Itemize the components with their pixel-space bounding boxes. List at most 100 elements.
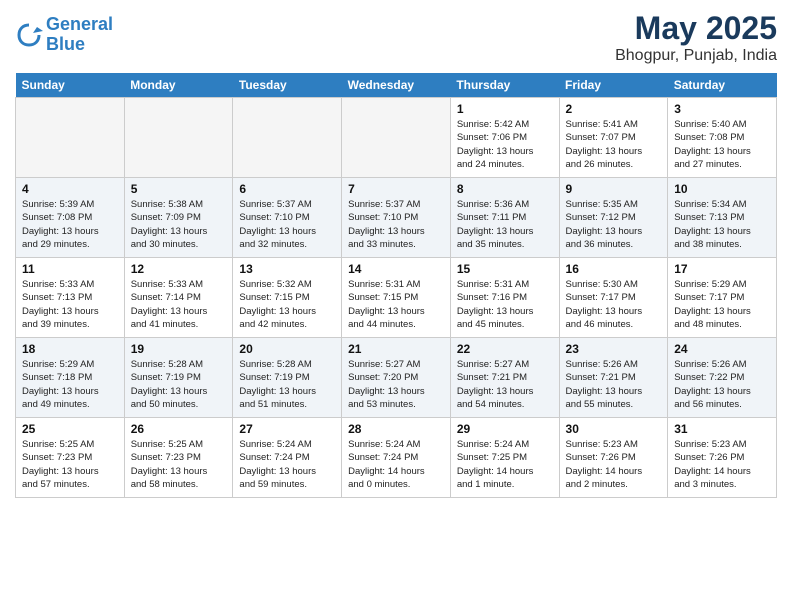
calendar-cell: 25 Sunrise: 5:25 AMSunset: 7:23 PMDayligh… [16, 418, 125, 498]
calendar-cell: 5Sunrise: 5:38 AMSunset: 7:09 PMDaylight… [124, 178, 233, 258]
title-block: May 2025 Bhogpur, Punjab, India [615, 10, 777, 65]
day-number: 16 [566, 262, 662, 276]
calendar-cell: 20 Sunrise: 5:28 AMSunset: 7:19 PMDayligh… [233, 338, 342, 418]
day-number: 2 [566, 102, 662, 116]
calendar-cell: 27Sunrise: 5:24 AMSunset: 7:24 PMDayligh… [233, 418, 342, 498]
calendar-cell: 15 Sunrise: 5:31 AMSunset: 7:16 PMDayligh… [450, 258, 559, 338]
calendar-cell: 14 Sunrise: 5:31 AMSunset: 7:15 PMDayligh… [342, 258, 451, 338]
day-info: Sunrise: 5:24 AMSunset: 7:24 PMDaylight:… [348, 438, 444, 491]
calendar-cell: 30 Sunrise: 5:23 AMSunset: 7:26 PMDayligh… [559, 418, 668, 498]
calendar-week-2: 4Sunrise: 5:39 AMSunset: 7:08 PMDaylight… [16, 178, 777, 258]
day-number: 3 [674, 102, 770, 116]
calendar-week-5: 25 Sunrise: 5:25 AMSunset: 7:23 PMDayligh… [16, 418, 777, 498]
day-number: 14 [348, 262, 444, 276]
day-number: 15 [457, 262, 553, 276]
calendar-table: SundayMondayTuesdayWednesdayThursdayFrid… [15, 73, 777, 498]
calendar-cell: 26 Sunrise: 5:25 AMSunset: 7:23 PMDayligh… [124, 418, 233, 498]
day-info: Sunrise: 5:33 AMSunset: 7:14 PMDaylight:… [131, 278, 227, 331]
day-info: Sunrise: 5:42 AMSunset: 7:06 PMDaylight:… [457, 118, 553, 171]
day-number: 18 [22, 342, 118, 356]
day-info: Sunrise: 5:39 AMSunset: 7:08 PMDaylight:… [22, 198, 118, 251]
logo-text: General Blue [46, 15, 113, 55]
day-number: 31 [674, 422, 770, 436]
calendar-cell: 23Sunrise: 5:26 AMSunset: 7:21 PMDayligh… [559, 338, 668, 418]
calendar-cell: 3 Sunrise: 5:40 AMSunset: 7:08 PMDaylight… [668, 98, 777, 178]
day-number: 12 [131, 262, 227, 276]
day-info: Sunrise: 5:26 AMSunset: 7:22 PMDaylight:… [674, 358, 770, 411]
logo-line2: Blue [46, 34, 85, 54]
day-number: 30 [566, 422, 662, 436]
day-number: 21 [348, 342, 444, 356]
day-info: Sunrise: 5:29 AMSunset: 7:17 PMDaylight:… [674, 278, 770, 331]
calendar-cell: 12 Sunrise: 5:33 AMSunset: 7:14 PMDayligh… [124, 258, 233, 338]
day-number: 26 [131, 422, 227, 436]
header: General Blue May 2025 Bhogpur, Punjab, I… [15, 10, 777, 65]
day-info: Sunrise: 5:23 AMSunset: 7:26 PMDaylight:… [566, 438, 662, 491]
day-number: 20 [239, 342, 335, 356]
day-info: Sunrise: 5:28 AMSunset: 7:19 PMDaylight:… [239, 358, 335, 411]
day-number: 6 [239, 182, 335, 196]
calendar-cell: 21 Sunrise: 5:27 AMSunset: 7:20 PMDayligh… [342, 338, 451, 418]
calendar-cell: 4Sunrise: 5:39 AMSunset: 7:08 PMDaylight… [16, 178, 125, 258]
day-number: 8 [457, 182, 553, 196]
day-info: Sunrise: 5:37 AMSunset: 7:10 PMDaylight:… [239, 198, 335, 251]
day-number: 28 [348, 422, 444, 436]
day-number: 17 [674, 262, 770, 276]
calendar-cell: 18 Sunrise: 5:29 AMSunset: 7:18 PMDayligh… [16, 338, 125, 418]
calendar-cell: 19 Sunrise: 5:28 AMSunset: 7:19 PMDayligh… [124, 338, 233, 418]
calendar-cell: 8Sunrise: 5:36 AMSunset: 7:11 PMDaylight… [450, 178, 559, 258]
calendar-cell: 13 Sunrise: 5:32 AMSunset: 7:15 PMDayligh… [233, 258, 342, 338]
page-container: General Blue May 2025 Bhogpur, Punjab, I… [0, 0, 792, 508]
calendar-cell: 17 Sunrise: 5:29 AMSunset: 7:17 PMDayligh… [668, 258, 777, 338]
day-number: 1 [457, 102, 553, 116]
subtitle: Bhogpur, Punjab, India [615, 47, 777, 65]
day-info: Sunrise: 5:35 AMSunset: 7:12 PMDaylight:… [566, 198, 662, 251]
logo: General Blue [15, 15, 113, 55]
dow-header-sunday: Sunday [16, 73, 125, 98]
dow-header-thursday: Thursday [450, 73, 559, 98]
day-info: Sunrise: 5:25 AMSunset: 7:23 PMDaylight:… [22, 438, 118, 491]
day-number: 24 [674, 342, 770, 356]
day-number: 9 [566, 182, 662, 196]
calendar-cell [342, 98, 451, 178]
day-info: Sunrise: 5:25 AMSunset: 7:23 PMDaylight:… [131, 438, 227, 491]
day-info: Sunrise: 5:24 AMSunset: 7:25 PMDaylight:… [457, 438, 553, 491]
calendar-cell: 7Sunrise: 5:37 AMSunset: 7:10 PMDaylight… [342, 178, 451, 258]
day-info: Sunrise: 5:32 AMSunset: 7:15 PMDaylight:… [239, 278, 335, 331]
dow-header-saturday: Saturday [668, 73, 777, 98]
day-number: 19 [131, 342, 227, 356]
calendar-week-1: 1 Sunrise: 5:42 AMSunset: 7:06 PMDaylight… [16, 98, 777, 178]
day-number: 25 [22, 422, 118, 436]
calendar-cell: 22Sunrise: 5:27 AMSunset: 7:21 PMDayligh… [450, 338, 559, 418]
day-info: Sunrise: 5:29 AMSunset: 7:18 PMDaylight:… [22, 358, 118, 411]
calendar-cell: 10Sunrise: 5:34 AMSunset: 7:13 PMDayligh… [668, 178, 777, 258]
day-info: Sunrise: 5:41 AMSunset: 7:07 PMDaylight:… [566, 118, 662, 171]
day-number: 29 [457, 422, 553, 436]
day-number: 13 [239, 262, 335, 276]
day-info: Sunrise: 5:33 AMSunset: 7:13 PMDaylight:… [22, 278, 118, 331]
calendar-cell: 24 Sunrise: 5:26 AMSunset: 7:22 PMDayligh… [668, 338, 777, 418]
day-number: 10 [674, 182, 770, 196]
logo-icon [15, 21, 43, 49]
day-info: Sunrise: 5:26 AMSunset: 7:21 PMDaylight:… [566, 358, 662, 411]
logo-line1: General [46, 14, 113, 34]
calendar-cell: 31 Sunrise: 5:23 AMSunset: 7:26 PMDayligh… [668, 418, 777, 498]
calendar-header: SundayMondayTuesdayWednesdayThursdayFrid… [16, 73, 777, 98]
day-info: Sunrise: 5:23 AMSunset: 7:26 PMDaylight:… [674, 438, 770, 491]
day-number: 11 [22, 262, 118, 276]
day-number: 22 [457, 342, 553, 356]
day-info: Sunrise: 5:31 AMSunset: 7:15 PMDaylight:… [348, 278, 444, 331]
day-info: Sunrise: 5:28 AMSunset: 7:19 PMDaylight:… [131, 358, 227, 411]
day-info: Sunrise: 5:24 AMSunset: 7:24 PMDaylight:… [239, 438, 335, 491]
calendar-cell: 6 Sunrise: 5:37 AMSunset: 7:10 PMDaylight… [233, 178, 342, 258]
day-info: Sunrise: 5:40 AMSunset: 7:08 PMDaylight:… [674, 118, 770, 171]
day-info: Sunrise: 5:27 AMSunset: 7:20 PMDaylight:… [348, 358, 444, 411]
calendar-week-3: 11 Sunrise: 5:33 AMSunset: 7:13 PMDayligh… [16, 258, 777, 338]
dow-header-wednesday: Wednesday [342, 73, 451, 98]
dow-header-monday: Monday [124, 73, 233, 98]
calendar-cell: 11 Sunrise: 5:33 AMSunset: 7:13 PMDayligh… [16, 258, 125, 338]
day-info: Sunrise: 5:38 AMSunset: 7:09 PMDaylight:… [131, 198, 227, 251]
day-info: Sunrise: 5:31 AMSunset: 7:16 PMDaylight:… [457, 278, 553, 331]
dow-header-tuesday: Tuesday [233, 73, 342, 98]
main-title: May 2025 [615, 10, 777, 47]
